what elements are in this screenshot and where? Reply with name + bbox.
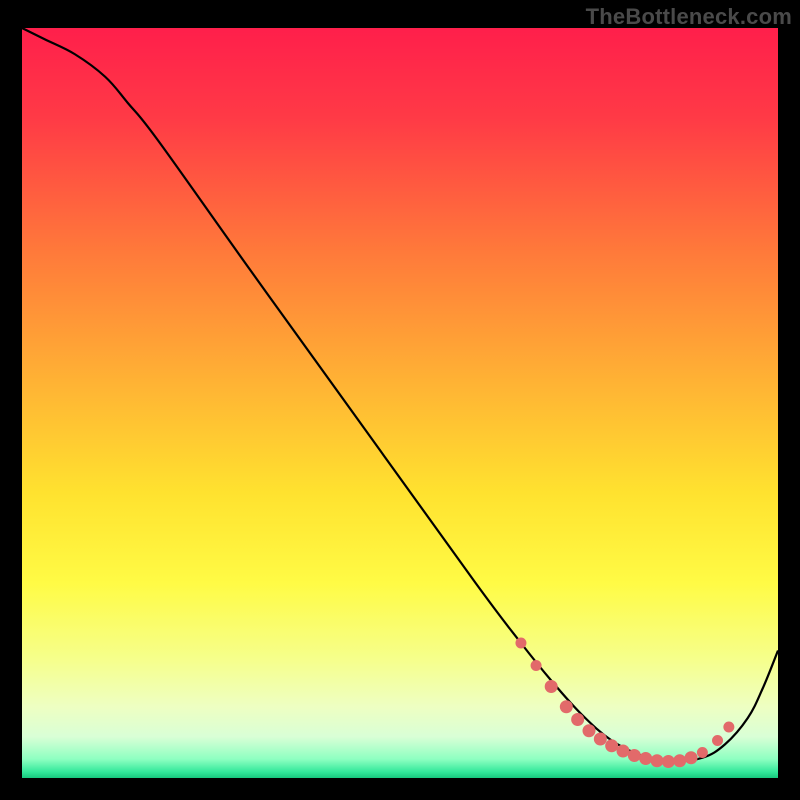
marker-dot — [594, 733, 606, 745]
marker-dot — [628, 750, 640, 762]
marker-dot — [583, 725, 595, 737]
marker-dot — [560, 701, 572, 713]
marker-dot — [516, 638, 526, 648]
marker-dot — [662, 756, 674, 768]
plot-area — [22, 28, 778, 778]
marker-dot — [697, 748, 707, 758]
marker-dot — [651, 755, 663, 767]
marker-dot — [640, 753, 652, 765]
marker-dot — [572, 714, 584, 726]
marker-dot — [685, 752, 697, 764]
marker-dot — [617, 745, 629, 757]
marker-dot — [545, 681, 557, 693]
chart-frame: TheBottleneck.com — [0, 0, 800, 800]
gradient-background — [22, 28, 778, 778]
marker-dot — [724, 722, 734, 732]
marker-dot — [606, 740, 618, 752]
marker-dot — [674, 755, 686, 767]
watermark-text: TheBottleneck.com — [586, 4, 792, 30]
chart-svg — [22, 28, 778, 778]
marker-dot — [713, 736, 723, 746]
marker-dot — [531, 661, 541, 671]
